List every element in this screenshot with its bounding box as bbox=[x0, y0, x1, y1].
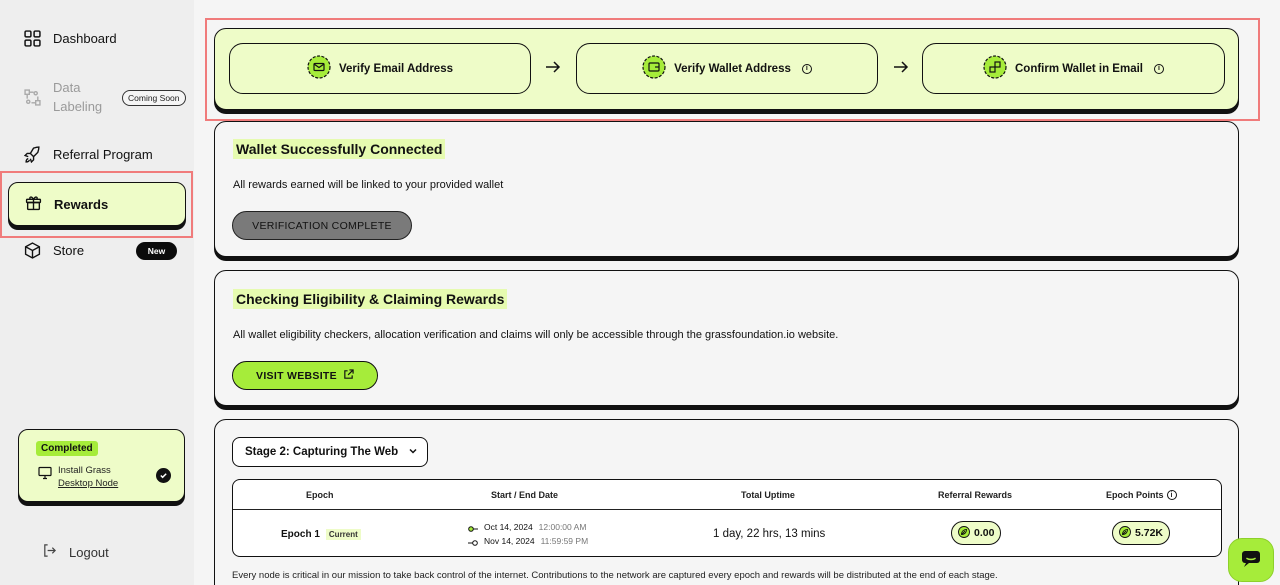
referral-rewards-amount: 0.00 bbox=[974, 527, 995, 539]
sidebar-item-label: Data Labeling bbox=[53, 80, 103, 114]
stage-selected-label: Stage 2: Capturing The Web bbox=[245, 446, 399, 458]
column-header-label: Epoch Points bbox=[1106, 490, 1164, 500]
sidebar: Dashboard Data Labeling Coming Soon Refe… bbox=[0, 0, 194, 585]
wallet-card-description: All rewards earned will be linked to you… bbox=[233, 179, 504, 191]
visit-website-button[interactable]: VISIT WEBSITE bbox=[232, 361, 378, 390]
sidebar-item-dashboard[interactable]: Dashboard bbox=[24, 30, 117, 47]
end-time: 11:59:59 PM bbox=[540, 536, 589, 546]
logout-icon bbox=[42, 543, 57, 561]
column-header-referral-rewards: Referral Rewards bbox=[938, 490, 1013, 500]
external-link-icon bbox=[343, 368, 354, 383]
cube-icon bbox=[24, 242, 41, 259]
data-labeling-icon bbox=[24, 88, 41, 106]
coming-soon-badge: Coming Soon bbox=[122, 90, 186, 106]
sidebar-item-referral-program[interactable]: Referral Program bbox=[24, 146, 153, 163]
start-dot-icon bbox=[468, 524, 478, 532]
stage-footnote: Every node is critical in our mission to… bbox=[232, 570, 998, 581]
epoch-points-value: 5.72K bbox=[1112, 521, 1170, 545]
info-icon[interactable]: i bbox=[1166, 490, 1177, 500]
sidebar-item-rewards[interactable]: Rewards bbox=[8, 182, 186, 226]
desktop-node-link[interactable]: Desktop Node bbox=[58, 478, 118, 489]
epoch-name: Epoch 1 bbox=[281, 529, 320, 540]
table-divider bbox=[233, 509, 1221, 510]
check-icon bbox=[156, 468, 171, 483]
arrow-right-icon bbox=[893, 60, 909, 74]
start-date-row: Oct 14, 2024 12:00:00 AM bbox=[468, 522, 586, 532]
sidebar-item-store[interactable]: Store bbox=[24, 242, 84, 259]
column-header-epoch: Epoch bbox=[306, 490, 334, 500]
step-verify-email[interactable]: Verify Email Address bbox=[229, 43, 531, 94]
envelope-icon bbox=[307, 55, 331, 82]
column-header-uptime: Total Uptime bbox=[741, 490, 795, 500]
link-icon bbox=[983, 55, 1007, 82]
rocket-icon bbox=[24, 146, 41, 163]
column-header-date: Start / End Date bbox=[491, 490, 559, 500]
arrow-right-icon bbox=[545, 60, 561, 74]
start-time: 12:00:00 AM bbox=[538, 522, 587, 532]
install-node-card[interactable]: Completed Install Grass Desktop Node bbox=[18, 429, 185, 502]
completed-badge: Completed bbox=[36, 441, 98, 456]
step-confirm-wallet-email[interactable]: Confirm Wallet in Email i bbox=[922, 43, 1225, 94]
info-icon[interactable]: i bbox=[801, 63, 812, 74]
end-date: Nov 14, 2024 bbox=[484, 536, 535, 546]
sidebar-item-label: Store bbox=[53, 243, 85, 258]
info-icon[interactable]: i bbox=[1154, 63, 1164, 74]
stage-dropdown[interactable]: Stage 2: Capturing The Web bbox=[232, 437, 428, 467]
logout-button[interactable]: Logout bbox=[42, 543, 109, 561]
install-node-text: Install Grass bbox=[58, 465, 111, 476]
step-label: Verify Email Address bbox=[339, 62, 453, 75]
step-label: Confirm Wallet in Email bbox=[1014, 62, 1143, 75]
sidebar-item-label: Dashboard bbox=[53, 31, 117, 46]
sidebar-item-label: Referral Program bbox=[53, 147, 153, 162]
end-dot-icon bbox=[468, 538, 478, 546]
column-header-epoch-points: Epoch Points i bbox=[1106, 490, 1177, 500]
gift-icon bbox=[25, 194, 42, 214]
wallet-icon bbox=[642, 55, 666, 82]
current-badge: Current bbox=[325, 529, 361, 540]
wallet-connected-card: Wallet Successfully Connected All reward… bbox=[214, 121, 1239, 257]
end-date-row: Nov 14, 2024 11:59:59 PM bbox=[468, 536, 588, 546]
sidebar-item-label: Rewards bbox=[54, 196, 109, 212]
chevron-down-icon bbox=[406, 446, 418, 459]
chat-icon bbox=[1239, 546, 1263, 575]
new-badge: New bbox=[136, 242, 177, 260]
start-date: Oct 14, 2024 bbox=[484, 522, 533, 532]
leaf-icon bbox=[1119, 525, 1131, 541]
referral-rewards-value: 0.00 bbox=[951, 521, 1001, 545]
verification-complete-button[interactable]: VERIFICATION COMPLETE bbox=[232, 211, 412, 240]
stage-card: Stage 2: Capturing The Web Epoch Start /… bbox=[214, 419, 1239, 585]
step-verify-wallet[interactable]: Verify Wallet Address i bbox=[576, 43, 878, 94]
eligibility-card-description: All wallet eligibility checkers, allocat… bbox=[233, 329, 839, 341]
step-label: Verify Wallet Address bbox=[674, 62, 791, 75]
logout-label: Logout bbox=[69, 544, 109, 560]
verification-steps: Verify Email Address Verify Wallet Addre… bbox=[214, 28, 1239, 110]
epoch-points-amount: 5.72K bbox=[1135, 527, 1164, 539]
wallet-card-title: Wallet Successfully Connected bbox=[233, 139, 446, 159]
visit-website-label: VISIT WEBSITE bbox=[256, 369, 337, 382]
sidebar-item-data-labeling[interactable]: Data Labeling Coming Soon bbox=[24, 78, 186, 116]
epoch-table: Epoch Start / End Date Total Uptime Refe… bbox=[232, 479, 1222, 557]
monitor-icon bbox=[38, 466, 52, 480]
chat-support-button[interactable] bbox=[1228, 538, 1274, 582]
total-uptime: 1 day, 22 hrs, 13 mins bbox=[713, 528, 826, 540]
leaf-icon bbox=[958, 525, 970, 541]
epoch-cell: Epoch 1 Current bbox=[281, 529, 361, 540]
eligibility-card: Checking Eligibility & Claiming Rewards … bbox=[214, 270, 1239, 406]
eligibility-card-title: Checking Eligibility & Claiming Rewards bbox=[233, 289, 508, 309]
grid-icon bbox=[24, 30, 41, 47]
